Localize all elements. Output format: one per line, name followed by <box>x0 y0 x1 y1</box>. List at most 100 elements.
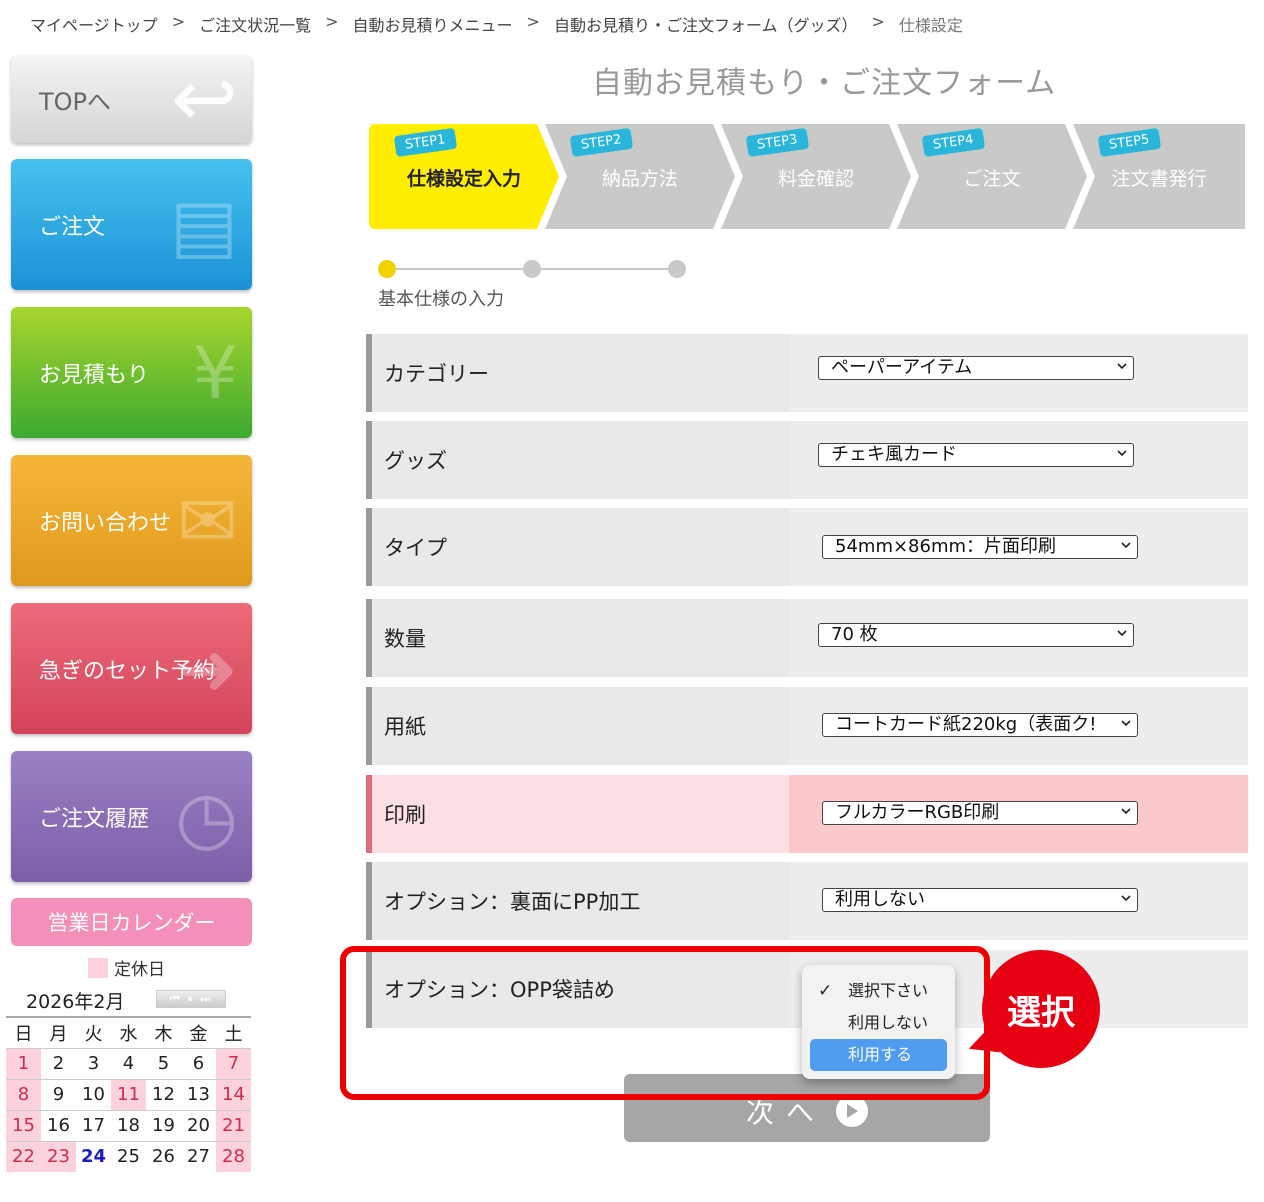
calendar-week: 1234567 <box>6 1047 251 1079</box>
goods-select[interactable]: チェキ風カード <box>818 443 1134 467</box>
calendar-day: 1 <box>6 1047 41 1079</box>
row-quantity: 数量 70 枚 <box>366 599 1248 677</box>
select-value: 70 枚 <box>831 624 878 645</box>
sidebar-order-button[interactable]: ご注文 ▤ <box>11 159 252 290</box>
calendar-day: 2 <box>41 1047 76 1079</box>
chevron-down-icon <box>1117 450 1127 457</box>
calendar-legend-label: 定休日 <box>114 960 165 980</box>
breadcrumb-separator: > <box>171 12 186 31</box>
breadcrumb-quote-menu[interactable]: 自動お見積りメニュー <box>353 12 513 36</box>
pp-option-select[interactable]: 利用しない <box>822 888 1138 912</box>
dropdown-option-not-use[interactable]: 利用しない <box>810 1007 947 1039</box>
chevron-down-icon <box>1117 630 1127 637</box>
business-calendar-header: 営業日カレンダー <box>11 898 252 946</box>
row-pp-option: オプション：裏面にPP加工 利用しない <box>366 862 1248 940</box>
calendar-day: 27 <box>181 1140 216 1172</box>
calendar-day: 4 <box>111 1047 146 1079</box>
calendar-nav-buttons[interactable]: ⏮ ⏸ ⏭ <box>156 990 226 1008</box>
calendar-day: 11 <box>111 1078 146 1110</box>
sidebar-top-button[interactable]: TOPへ ↩ <box>11 55 252 143</box>
step-4: STEP4 ご注文 <box>897 124 1087 229</box>
calendar-day: 24 <box>76 1140 111 1172</box>
quantity-select[interactable]: 70 枚 <box>818 623 1134 647</box>
weekday-header: 月 <box>41 1016 76 1048</box>
chevron-down-icon <box>1121 720 1131 727</box>
dropdown-option-use[interactable]: 利用する <box>810 1039 947 1071</box>
page-title: 自動お見積もり・ご注文フォーム <box>592 66 1057 101</box>
opp-option-dropdown[interactable]: ✓ 選択下さい 利用しない 利用する <box>802 965 955 1079</box>
calendar-day: 21 <box>216 1109 251 1141</box>
calendar-week: 15 16 17 18 19 20 21 <box>6 1109 251 1141</box>
step-name: 注文書発行 <box>1111 168 1207 190</box>
sidebar-quote-button[interactable]: お見積もり ¥ <box>11 307 252 438</box>
type-select[interactable]: 54mm×86mm：片面印刷 <box>822 535 1138 559</box>
step-2: STEP2 納品方法 <box>545 124 735 229</box>
paper-select[interactable]: コートカード紙220kg（表面ク! <box>822 713 1138 737</box>
weekday-header: 土 <box>216 1016 251 1048</box>
step-name: 料金確認 <box>777 168 854 190</box>
calendar-day: 9 <box>41 1078 76 1110</box>
calendar-day: 14 <box>216 1078 251 1110</box>
breadcrumb-goods-form[interactable]: 自動お見積り・ご注文フォーム（グッズ） <box>554 12 858 36</box>
weekday-header: 日 <box>6 1016 41 1048</box>
sidebar-rush-label: 急ぎのセット予約 <box>39 658 216 684</box>
calendar-day: 5 <box>146 1047 181 1079</box>
calendar-week: 8 9 10 11 12 13 14 <box>6 1078 251 1110</box>
breadcrumb-separator: > <box>871 12 885 31</box>
sidebar-order-label: ご注文 <box>39 214 106 240</box>
row-label: オプション：裏面にPP加工 <box>384 890 641 914</box>
calendar-day: 8 <box>6 1078 41 1110</box>
row-label: 印刷 <box>384 803 426 827</box>
return-arrow-icon: ↩ <box>170 55 238 143</box>
sub-step-progress <box>378 260 688 278</box>
weekday-header: 金 <box>181 1016 216 1048</box>
sidebar-history-button[interactable]: ご注文履歴 ◷ <box>11 751 252 882</box>
sidebar-history-label: ご注文履歴 <box>39 806 150 832</box>
row-paper: 用紙 コートカード紙220kg（表面ク! <box>366 687 1248 765</box>
select-value: コートカード紙220kg（表面ク! <box>835 714 1097 735</box>
print-select[interactable]: フルカラーRGB印刷 <box>822 801 1138 825</box>
row-label: グッズ <box>384 449 447 473</box>
row-category: カテゴリー ペーパーアイテム <box>366 334 1248 412</box>
calendar-day: 28 <box>216 1140 251 1172</box>
calendar-day: 26 <box>146 1140 181 1172</box>
yen-icon: ¥ <box>192 330 238 415</box>
calendar-day: 10 <box>76 1078 111 1110</box>
sidebar-contact-button[interactable]: お問い合わせ ✉ <box>11 455 252 586</box>
row-label: カテゴリー <box>384 362 489 386</box>
step-1: STEP1 仕様設定入力 <box>369 124 559 229</box>
calendar-day: 18 <box>111 1109 146 1141</box>
calendar-day: 20 <box>181 1109 216 1141</box>
breadcrumb-separator: > <box>526 12 540 31</box>
select-value: 54mm×86mm：片面印刷 <box>835 536 1057 557</box>
option-label: 利用する <box>848 1045 913 1064</box>
calendar-week: 22 23 24 25 26 27 28 <box>6 1140 251 1172</box>
calendar-day: 12 <box>146 1078 181 1110</box>
chevron-down-icon <box>1121 895 1131 902</box>
progress-dot <box>668 260 686 278</box>
calendar-day: 23 <box>41 1140 76 1172</box>
select-value: 利用しない <box>835 889 925 910</box>
step-3: STEP3 料金確認 <box>721 124 911 229</box>
category-select[interactable]: ペーパーアイテム <box>818 356 1134 380</box>
calendar-day: 22 <box>6 1140 41 1172</box>
history-clock-icon: ◷ <box>175 774 238 859</box>
dropdown-option-select[interactable]: ✓ 選択下さい <box>810 975 947 1007</box>
calendar-grid: 日 月 火 水 木 金 土 1 2 3 4 5 6 7 8 9 10 11 12 13 14 15 16 17 1… <box>6 1016 251 1172</box>
sidebar-rush-button[interactable]: 急ぎのセット予約 ➜ <box>11 603 252 734</box>
progress-label: 基本仕様の入力 <box>378 289 504 310</box>
breadcrumb-order-status[interactable]: ご注文状況一覧 <box>199 12 311 36</box>
calendar-day: 3 <box>76 1047 111 1079</box>
row-label: タイプ <box>384 536 447 560</box>
weekday-header: 水 <box>111 1016 146 1048</box>
select-callout-badge: 選択 <box>982 950 1100 1068</box>
calendar-day: 25 <box>111 1140 146 1172</box>
chevron-down-icon <box>1117 363 1127 370</box>
step-name: 納品方法 <box>601 168 678 190</box>
row-print: 印刷 フルカラーRGB印刷 <box>366 775 1248 853</box>
calendar-month: 2026年2月 <box>26 991 125 1013</box>
calendar-legend: 定休日 <box>88 955 165 980</box>
breadcrumb-mypage-top[interactable]: マイページトップ <box>30 12 158 36</box>
row-label: 数量 <box>384 627 426 651</box>
checkmark-icon: ✓ <box>818 981 833 1001</box>
